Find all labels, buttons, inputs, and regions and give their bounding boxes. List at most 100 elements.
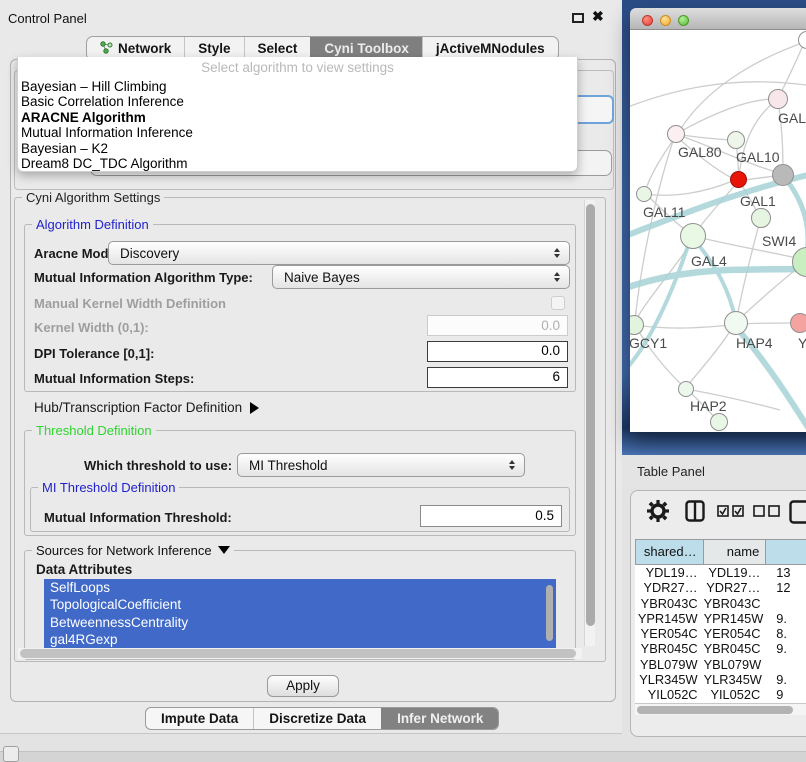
node-label: GAL11 — [643, 204, 686, 220]
zoom-window-icon[interactable] — [678, 15, 689, 26]
node-label: GAL — [778, 110, 806, 126]
network-node[interactable] — [751, 208, 771, 228]
mi-steps-field[interactable]: 6 — [427, 367, 568, 388]
algorithm-option[interactable]: Bayesian – Hill Climbing — [18, 79, 577, 94]
tab-impute-data[interactable]: Impute Data — [146, 708, 253, 729]
algorithm-dropdown-placeholder: Select algorithm to view settings — [18, 57, 577, 79]
partial-toolbar-icon[interactable] — [789, 500, 806, 529]
network-window[interactable]: GAL GAL80 GAL10 GAL1 GAL11 GAL4 SWI4 GCY… — [630, 8, 806, 432]
kernel-width-label: Kernel Width (0,1): — [34, 320, 149, 335]
column-header-shared-name[interactable]: shared… — [635, 540, 704, 564]
mi-threshold-field[interactable]: 0.5 — [420, 505, 562, 527]
threshold-definition-title: Threshold Definition — [32, 423, 156, 438]
column-header-partial[interactable] — [766, 540, 806, 564]
table-row[interactable]: YDL19…YDL19…13 — [635, 565, 806, 580]
bottom-left-partial-box — [3, 746, 19, 762]
control-panel: Control Panel ✖ Network Style Select Cyn… — [0, 0, 622, 734]
table-horizontal-scrollbar[interactable] — [635, 703, 806, 715]
aracne-mode-select[interactable]: Discovery — [108, 241, 570, 265]
split-columns-icon[interactable] — [685, 500, 705, 527]
manual-kernel-checkbox[interactable] — [551, 296, 565, 310]
algorithm-option[interactable]: Bayesian – K2 — [18, 141, 577, 156]
table-panel-bar: Table Panel — [622, 455, 806, 488]
float-panel-icon[interactable] — [572, 13, 584, 23]
network-node-gal10[interactable] — [727, 131, 745, 149]
minimize-window-icon[interactable] — [660, 15, 671, 26]
apply-button[interactable]: Apply — [267, 675, 339, 697]
spinner-arrows-icon — [509, 460, 515, 470]
mi-threshold-group-title: MI Threshold Definition — [38, 480, 179, 495]
data-attributes-label: Data Attributes — [36, 562, 132, 577]
kernel-width-field[interactable]: 0.0 — [427, 315, 568, 336]
spinner-arrows-icon — [554, 272, 560, 282]
hub-definition-expander[interactable]: Hub/Transcription Factor Definition — [34, 400, 259, 415]
mi-type-select[interactable]: Naive Bayes — [272, 265, 570, 289]
table-row[interactable]: YIL052CYIL052C9 — [635, 687, 806, 702]
node-label: GAL10 — [736, 149, 780, 165]
settings-vertical-scrollbar[interactable] — [584, 200, 595, 646]
which-threshold-value: MI Threshold — [249, 458, 328, 473]
deselect-all-checks-icon[interactable] — [753, 505, 781, 523]
attribute-item[interactable]: gal4RGexp — [44, 631, 556, 648]
network-node[interactable] — [710, 413, 728, 431]
table-row[interactable]: YER054CYER054C8. — [635, 626, 806, 641]
node-label: GAL4 — [691, 253, 727, 269]
algorithm-option[interactable]: Mutual Information Inference — [18, 125, 577, 140]
network-node-gal[interactable] — [768, 89, 788, 109]
node-label: GAL80 — [678, 144, 722, 160]
dpi-tolerance-field[interactable]: 0.0 — [427, 341, 568, 362]
mi-steps-label: Mutual Information Steps: — [34, 371, 194, 386]
node-label: SWI4 — [762, 233, 796, 249]
table-row[interactable]: YBR043CYBR043C — [635, 596, 806, 611]
screen: Control Panel ✖ Network Style Select Cyn… — [0, 0, 806, 762]
table-row[interactable]: YBL079WYBL079W — [635, 657, 806, 672]
tab-infer-network[interactable]: Infer Network — [381, 708, 498, 729]
bottom-strip — [0, 751, 806, 762]
hub-definition-label: Hub/Transcription Factor Definition — [34, 400, 242, 415]
table-header-row: shared… name — [635, 539, 806, 565]
attribute-item[interactable]: TopologicalCoefficient — [44, 596, 556, 613]
collapse-down-icon — [218, 546, 230, 554]
network-node-gal1[interactable] — [730, 171, 747, 188]
settings-horizontal-scrollbar[interactable] — [18, 648, 582, 659]
node-label: HAP4 — [736, 335, 773, 351]
bottom-tabs: Impute Data Discretize Data Infer Networ… — [145, 707, 499, 730]
column-header-name[interactable]: name — [704, 540, 767, 564]
table-panel-title: Table Panel — [637, 464, 705, 479]
table-row[interactable]: YPR145WYPR145W9. — [635, 611, 806, 626]
algorithm-dropdown-popup: Select algorithm to view settings Bayesi… — [17, 57, 578, 172]
network-node-gal11[interactable] — [636, 186, 652, 202]
dpi-tolerance-label: DPI Tolerance [0,1]: — [34, 346, 154, 361]
attribute-item[interactable]: BetweennessCentrality — [44, 614, 556, 631]
mi-threshold-label: Mutual Information Threshold: — [44, 510, 232, 525]
attribute-item[interactable]: SelfLoops — [44, 579, 556, 596]
close-icon[interactable]: ✖ — [592, 8, 604, 25]
algorithm-option-aracne[interactable]: ARACNE Algorithm — [18, 110, 577, 125]
close-window-icon[interactable] — [642, 15, 653, 26]
network-node-hap2[interactable] — [678, 381, 694, 397]
desktop-background: GAL GAL80 GAL10 GAL1 GAL11 GAL4 SWI4 GCY… — [622, 0, 806, 455]
network-node-gal80[interactable] — [667, 125, 685, 143]
table-row[interactable]: YDR27…YDR27…12 — [635, 580, 806, 595]
which-threshold-select[interactable]: MI Threshold — [237, 453, 525, 477]
table-row[interactable]: YLR345WYLR345W9. — [635, 672, 806, 687]
network-node-gal4[interactable] — [680, 223, 706, 249]
network-canvas[interactable]: GAL GAL80 GAL10 GAL1 GAL11 GAL4 SWI4 GCY… — [630, 30, 806, 432]
network-node-hap4[interactable] — [724, 311, 748, 335]
network-node-y[interactable] — [790, 313, 806, 333]
tab-discretize-data[interactable]: Discretize Data — [253, 708, 381, 729]
node-label: HAP2 — [690, 398, 727, 414]
network-window-titlebar[interactable] — [630, 8, 806, 30]
sources-group-title[interactable]: Sources for Network Inference — [32, 543, 234, 558]
settings-gear-icon[interactable] — [647, 500, 669, 527]
spinner-arrows-icon — [554, 248, 560, 258]
select-all-checks-icon[interactable] — [717, 505, 745, 523]
network-node-gray[interactable] — [772, 164, 794, 186]
table-panel: shared… name YDL19…YDL19…13 YDR27…YDR27…… — [630, 490, 806, 737]
algorithm-option[interactable]: Basic Correlation Inference — [18, 94, 577, 109]
attribute-list-scrollbar[interactable] — [546, 585, 553, 641]
cyni-algorithm-settings-title: Cyni Algorithm Settings — [22, 190, 164, 205]
algorithm-option[interactable]: Dream8 DC_TDC Algorithm — [18, 156, 577, 171]
table-row[interactable]: YBR045CYBR045C9. — [635, 641, 806, 656]
node-label: GAL1 — [740, 193, 776, 209]
